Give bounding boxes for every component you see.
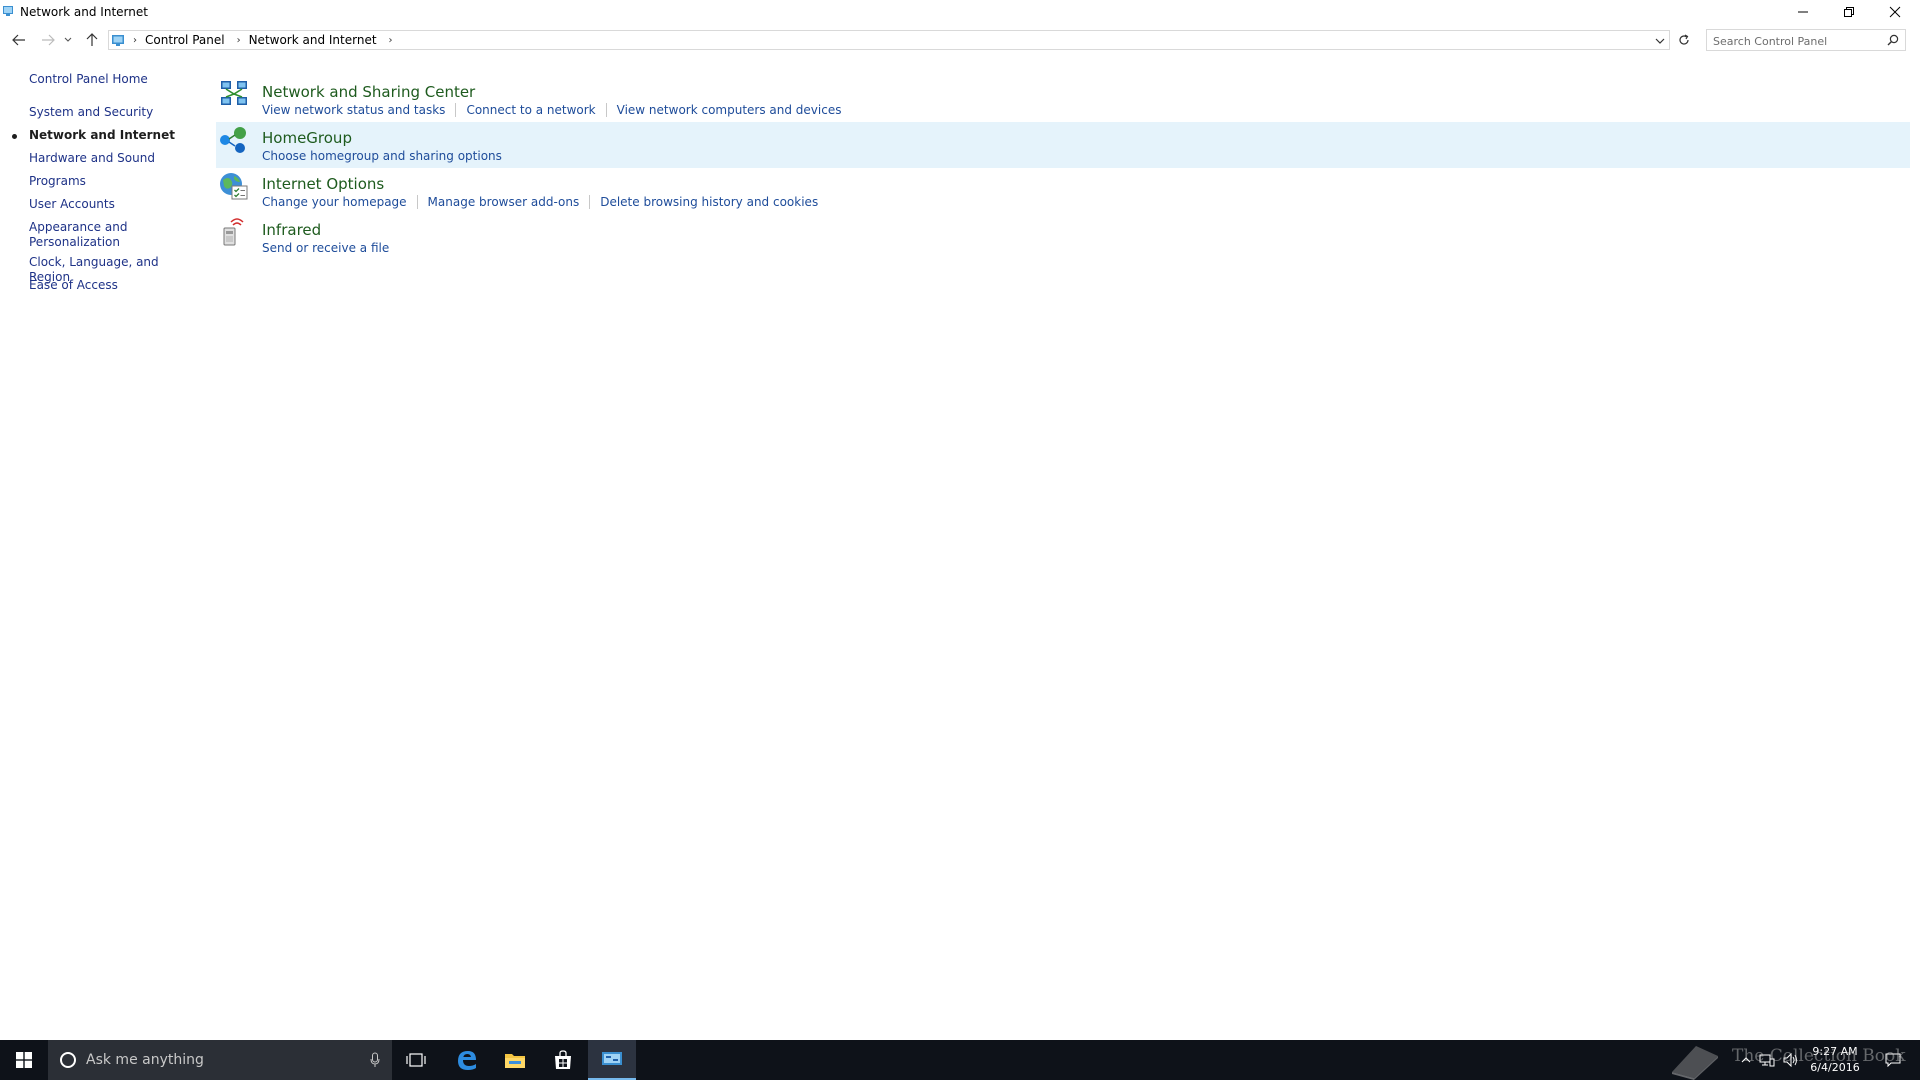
sidebar-item-ease-of-access[interactable]: Ease of Access — [29, 278, 194, 293]
category-internet-options: Internet Options Change your homepage Ma… — [216, 168, 1910, 214]
category-links: Send or receive a file — [262, 241, 389, 255]
choose-homegroup-options-link[interactable]: Choose homegroup and sharing options — [262, 149, 502, 163]
homegroup-icon — [220, 127, 246, 153]
speaker-icon — [1783, 1053, 1797, 1067]
edge-icon — [458, 1051, 476, 1070]
control-panel-taskbar-button[interactable] — [588, 1040, 636, 1080]
manage-browser-addons-link[interactable]: Manage browser add-ons — [428, 195, 580, 209]
control-panel-icon — [112, 35, 124, 46]
minimize-button[interactable] — [1780, 0, 1826, 24]
up-arrow-icon — [86, 33, 98, 46]
chevron-right-icon: › — [133, 34, 137, 46]
sidebar-item-user-accounts[interactable]: User Accounts — [29, 197, 194, 212]
action-center-button[interactable] — [1878, 1040, 1908, 1080]
chevron-up-icon — [1741, 1057, 1751, 1063]
back-button[interactable] — [9, 30, 29, 50]
edge-browser-button[interactable] — [443, 1040, 491, 1080]
start-button[interactable] — [0, 1040, 48, 1080]
control-panel-icon — [3, 6, 13, 16]
window-title: Network and Internet — [20, 5, 148, 19]
recent-locations-button[interactable] — [62, 30, 74, 50]
minimize-icon — [1798, 11, 1808, 13]
category-homegroup[interactable]: HomeGroup Choose homegroup and sharing o… — [216, 122, 1910, 168]
breadcrumb-control-panel[interactable]: Control Panel — [145, 33, 225, 47]
internet-options-icon — [220, 173, 248, 200]
breadcrumb-network-and-internet[interactable]: Network and Internet — [249, 33, 377, 47]
sidebar-item-hardware-and-sound[interactable]: Hardware and Sound — [29, 151, 194, 166]
category-network-sharing-center: Network and Sharing Center View network … — [216, 76, 1910, 122]
forward-arrow-icon — [42, 34, 55, 46]
restore-button[interactable] — [1826, 0, 1872, 24]
notification-icon — [1885, 1053, 1901, 1067]
store-icon — [555, 1050, 571, 1069]
sidebar-item-network-and-internet[interactable]: Network and Internet — [29, 128, 194, 143]
windows-logo-icon — [16, 1052, 32, 1068]
store-button[interactable] — [539, 1040, 587, 1080]
refresh-button[interactable] — [1674, 30, 1694, 50]
task-view-button[interactable] — [392, 1040, 440, 1080]
cortana-search-box[interactable]: Ask me anything — [48, 1040, 392, 1080]
sidebar-item-system-and-security[interactable]: System and Security — [29, 105, 194, 120]
close-button[interactable] — [1872, 0, 1918, 24]
search-input[interactable] — [1707, 32, 1889, 51]
link-divider — [589, 195, 591, 209]
control-panel-icon — [602, 1052, 622, 1065]
show-hidden-icons-button[interactable] — [1736, 1040, 1756, 1080]
category-infrared: Infrared Send or receive a file — [216, 214, 1910, 260]
search-icon — [1887, 34, 1899, 46]
up-button[interactable] — [82, 30, 102, 50]
sidebar-item-programs[interactable]: Programs — [29, 174, 194, 189]
back-arrow-icon — [12, 34, 25, 46]
cortana-icon — [60, 1052, 76, 1068]
internet-options-link[interactable]: Internet Options — [262, 175, 384, 193]
address-bar[interactable]: › Control Panel › Network and Internet › — [108, 30, 1670, 50]
link-divider — [605, 103, 607, 117]
view-network-computers-link[interactable]: View network computers and devices — [617, 103, 842, 117]
connect-to-network-link[interactable]: Connect to a network — [466, 103, 595, 117]
sidebar-item-appearance-and-personalization[interactable]: Appearance and Personalization — [29, 220, 129, 250]
view-network-status-link[interactable]: View network status and tasks — [262, 103, 445, 117]
clock[interactable]: 9:27 AM 6/4/2016 — [1800, 1044, 1870, 1076]
delete-browsing-history-link[interactable]: Delete browsing history and cookies — [600, 195, 818, 209]
infrared-link[interactable]: Infrared — [262, 221, 321, 239]
refresh-icon — [1679, 34, 1689, 45]
restore-icon — [1844, 7, 1854, 17]
taskbar: Ask me anything 9:27 AM 6/4/2016 — [0, 1040, 1920, 1080]
forward-button[interactable] — [38, 30, 58, 50]
title-bar: Network and Internet — [0, 0, 1920, 24]
clock-time: 9:27 AM — [1812, 1045, 1858, 1058]
cortana-placeholder: Ask me anything — [86, 1052, 204, 1068]
active-bullet — [12, 134, 17, 139]
homegroup-link[interactable]: HomeGroup — [262, 129, 352, 147]
chevron-down-icon — [64, 37, 72, 42]
network-sharing-center-link[interactable]: Network and Sharing Center — [262, 83, 475, 101]
network-icon — [1759, 1054, 1775, 1067]
volume-tray-button[interactable] — [1780, 1040, 1802, 1080]
chevron-down-icon — [1655, 38, 1665, 44]
infrared-icon — [223, 218, 244, 246]
category-links: Choose homegroup and sharing options — [262, 149, 502, 163]
file-explorer-icon — [505, 1054, 525, 1068]
search-box[interactable] — [1706, 29, 1906, 51]
category-links: View network status and tasks Connect to… — [262, 103, 841, 117]
send-receive-file-link[interactable]: Send or receive a file — [262, 241, 389, 255]
clock-date: 6/4/2016 — [1810, 1061, 1860, 1074]
task-view-icon — [406, 1053, 426, 1067]
category-links: Change your homepage Manage browser add-… — [262, 195, 818, 209]
link-divider — [416, 195, 418, 209]
link-divider — [455, 103, 457, 117]
change-homepage-link[interactable]: Change your homepage — [262, 195, 407, 209]
chevron-right-icon: › — [388, 34, 393, 46]
address-history-dropdown[interactable] — [1655, 34, 1665, 48]
sidebar-item-control-panel-home[interactable]: Control Panel Home — [29, 72, 194, 87]
file-explorer-button[interactable] — [491, 1040, 539, 1080]
microphone-icon[interactable] — [370, 1052, 380, 1068]
chevron-right-icon: › — [236, 34, 241, 46]
network-tray-button[interactable] — [1756, 1040, 1778, 1080]
network-sharing-icon — [221, 81, 247, 105]
close-icon — [1889, 6, 1901, 18]
